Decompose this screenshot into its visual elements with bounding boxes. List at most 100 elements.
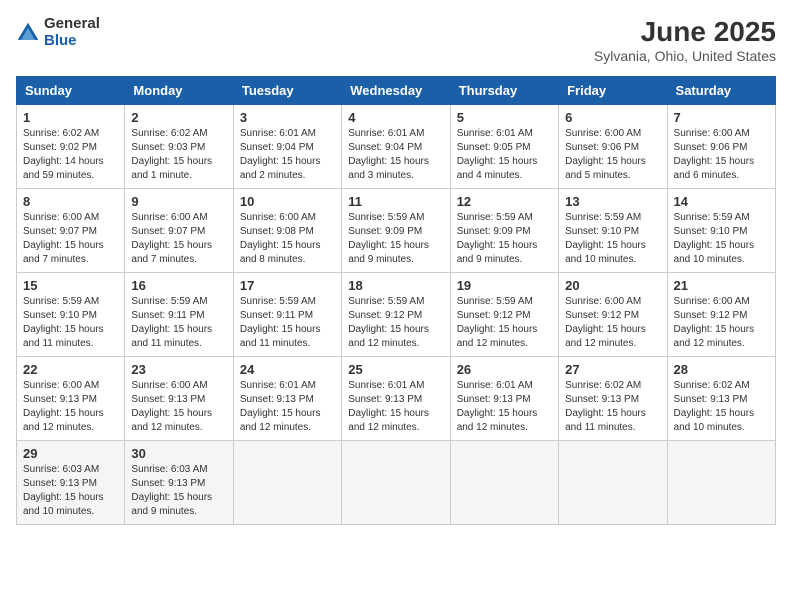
day-number: 5	[457, 110, 552, 125]
day-info: Sunrise: 6:00 AM Sunset: 9:06 PM Dayligh…	[674, 127, 769, 183]
logo-icon	[16, 21, 40, 45]
logo: General Blue	[16, 16, 100, 49]
empty-cell	[450, 441, 558, 525]
table-row: 4 Sunrise: 6:01 AM Sunset: 9:04 PM Dayli…	[342, 105, 450, 189]
day-number: 14	[674, 194, 769, 209]
table-row: 10 Sunrise: 6:00 AM Sunset: 9:08 PM Dayl…	[233, 189, 341, 273]
table-row: 27 Sunrise: 6:02 AM Sunset: 9:13 PM Dayl…	[559, 357, 667, 441]
day-info: Sunrise: 5:59 AM Sunset: 9:12 PM Dayligh…	[457, 295, 552, 351]
day-info: Sunrise: 5:59 AM Sunset: 9:10 PM Dayligh…	[565, 211, 660, 267]
day-number: 20	[565, 278, 660, 293]
day-number: 13	[565, 194, 660, 209]
title-area: June 2025 Sylvania, Ohio, United States	[594, 16, 776, 64]
table-row: 24 Sunrise: 6:01 AM Sunset: 9:13 PM Dayl…	[233, 357, 341, 441]
day-number: 9	[131, 194, 226, 209]
col-saturday: Saturday	[667, 77, 775, 105]
day-number: 24	[240, 362, 335, 377]
day-number: 15	[23, 278, 118, 293]
calendar-week-1: 1 Sunrise: 6:02 AM Sunset: 9:02 PM Dayli…	[17, 105, 776, 189]
col-tuesday: Tuesday	[233, 77, 341, 105]
day-info: Sunrise: 5:59 AM Sunset: 9:09 PM Dayligh…	[348, 211, 443, 267]
day-info: Sunrise: 5:59 AM Sunset: 9:11 PM Dayligh…	[131, 295, 226, 351]
logo-text: General Blue	[44, 16, 100, 49]
logo-general-text: General	[44, 16, 100, 33]
table-row: 6 Sunrise: 6:00 AM Sunset: 9:06 PM Dayli…	[559, 105, 667, 189]
day-info: Sunrise: 5:59 AM Sunset: 9:10 PM Dayligh…	[674, 211, 769, 267]
day-info: Sunrise: 5:59 AM Sunset: 9:11 PM Dayligh…	[240, 295, 335, 351]
table-row: 2 Sunrise: 6:02 AM Sunset: 9:03 PM Dayli…	[125, 105, 233, 189]
table-row: 13 Sunrise: 5:59 AM Sunset: 9:10 PM Dayl…	[559, 189, 667, 273]
table-row: 12 Sunrise: 5:59 AM Sunset: 9:09 PM Dayl…	[450, 189, 558, 273]
col-monday: Monday	[125, 77, 233, 105]
day-info: Sunrise: 6:00 AM Sunset: 9:06 PM Dayligh…	[565, 127, 660, 183]
day-info: Sunrise: 6:00 AM Sunset: 9:13 PM Dayligh…	[131, 379, 226, 435]
day-number: 6	[565, 110, 660, 125]
table-row: 8 Sunrise: 6:00 AM Sunset: 9:07 PM Dayli…	[17, 189, 125, 273]
day-number: 25	[348, 362, 443, 377]
empty-cell	[667, 441, 775, 525]
day-info: Sunrise: 6:01 AM Sunset: 9:13 PM Dayligh…	[240, 379, 335, 435]
empty-cell	[559, 441, 667, 525]
day-number: 16	[131, 278, 226, 293]
day-info: Sunrise: 6:03 AM Sunset: 9:13 PM Dayligh…	[131, 463, 226, 519]
day-info: Sunrise: 6:01 AM Sunset: 9:05 PM Dayligh…	[457, 127, 552, 183]
table-row: 30 Sunrise: 6:03 AM Sunset: 9:13 PM Dayl…	[125, 441, 233, 525]
table-row: 18 Sunrise: 5:59 AM Sunset: 9:12 PM Dayl…	[342, 273, 450, 357]
day-info: Sunrise: 6:01 AM Sunset: 9:04 PM Dayligh…	[240, 127, 335, 183]
day-number: 22	[23, 362, 118, 377]
table-row: 3 Sunrise: 6:01 AM Sunset: 9:04 PM Dayli…	[233, 105, 341, 189]
empty-cell	[233, 441, 341, 525]
day-number: 30	[131, 446, 226, 461]
day-info: Sunrise: 6:01 AM Sunset: 9:13 PM Dayligh…	[457, 379, 552, 435]
empty-cell	[342, 441, 450, 525]
day-number: 19	[457, 278, 552, 293]
day-info: Sunrise: 6:02 AM Sunset: 9:02 PM Dayligh…	[23, 127, 118, 183]
table-row: 9 Sunrise: 6:00 AM Sunset: 9:07 PM Dayli…	[125, 189, 233, 273]
day-info: Sunrise: 6:00 AM Sunset: 9:07 PM Dayligh…	[23, 211, 118, 267]
table-row: 26 Sunrise: 6:01 AM Sunset: 9:13 PM Dayl…	[450, 357, 558, 441]
table-row: 16 Sunrise: 5:59 AM Sunset: 9:11 PM Dayl…	[125, 273, 233, 357]
table-row: 20 Sunrise: 6:00 AM Sunset: 9:12 PM Dayl…	[559, 273, 667, 357]
table-row: 29 Sunrise: 6:03 AM Sunset: 9:13 PM Dayl…	[17, 441, 125, 525]
page-header: General Blue June 2025 Sylvania, Ohio, U…	[16, 16, 776, 64]
day-number: 17	[240, 278, 335, 293]
table-row: 22 Sunrise: 6:00 AM Sunset: 9:13 PM Dayl…	[17, 357, 125, 441]
day-number: 10	[240, 194, 335, 209]
table-row: 17 Sunrise: 5:59 AM Sunset: 9:11 PM Dayl…	[233, 273, 341, 357]
logo-blue-text: Blue	[44, 33, 100, 50]
day-number: 29	[23, 446, 118, 461]
day-number: 27	[565, 362, 660, 377]
day-info: Sunrise: 6:02 AM Sunset: 9:13 PM Dayligh…	[565, 379, 660, 435]
day-number: 26	[457, 362, 552, 377]
day-info: Sunrise: 6:01 AM Sunset: 9:13 PM Dayligh…	[348, 379, 443, 435]
day-number: 7	[674, 110, 769, 125]
table-row: 23 Sunrise: 6:00 AM Sunset: 9:13 PM Dayl…	[125, 357, 233, 441]
day-info: Sunrise: 6:00 AM Sunset: 9:12 PM Dayligh…	[674, 295, 769, 351]
calendar-table: Sunday Monday Tuesday Wednesday Thursday…	[16, 76, 776, 525]
calendar-week-5: 29 Sunrise: 6:03 AM Sunset: 9:13 PM Dayl…	[17, 441, 776, 525]
table-row: 21 Sunrise: 6:00 AM Sunset: 9:12 PM Dayl…	[667, 273, 775, 357]
day-info: Sunrise: 5:59 AM Sunset: 9:09 PM Dayligh…	[457, 211, 552, 267]
day-number: 4	[348, 110, 443, 125]
day-number: 11	[348, 194, 443, 209]
day-info: Sunrise: 6:02 AM Sunset: 9:13 PM Dayligh…	[674, 379, 769, 435]
day-info: Sunrise: 6:00 AM Sunset: 9:07 PM Dayligh…	[131, 211, 226, 267]
table-row: 5 Sunrise: 6:01 AM Sunset: 9:05 PM Dayli…	[450, 105, 558, 189]
day-number: 8	[23, 194, 118, 209]
table-row: 19 Sunrise: 5:59 AM Sunset: 9:12 PM Dayl…	[450, 273, 558, 357]
table-row: 11 Sunrise: 5:59 AM Sunset: 9:09 PM Dayl…	[342, 189, 450, 273]
calendar-week-3: 15 Sunrise: 5:59 AM Sunset: 9:10 PM Dayl…	[17, 273, 776, 357]
table-row: 15 Sunrise: 5:59 AM Sunset: 9:10 PM Dayl…	[17, 273, 125, 357]
col-wednesday: Wednesday	[342, 77, 450, 105]
month-title: June 2025	[594, 16, 776, 48]
day-info: Sunrise: 6:00 AM Sunset: 9:13 PM Dayligh…	[23, 379, 118, 435]
day-number: 21	[674, 278, 769, 293]
day-number: 28	[674, 362, 769, 377]
day-info: Sunrise: 6:00 AM Sunset: 9:12 PM Dayligh…	[565, 295, 660, 351]
table-row: 25 Sunrise: 6:01 AM Sunset: 9:13 PM Dayl…	[342, 357, 450, 441]
day-number: 23	[131, 362, 226, 377]
day-number: 12	[457, 194, 552, 209]
col-sunday: Sunday	[17, 77, 125, 105]
day-info: Sunrise: 5:59 AM Sunset: 9:10 PM Dayligh…	[23, 295, 118, 351]
day-number: 18	[348, 278, 443, 293]
